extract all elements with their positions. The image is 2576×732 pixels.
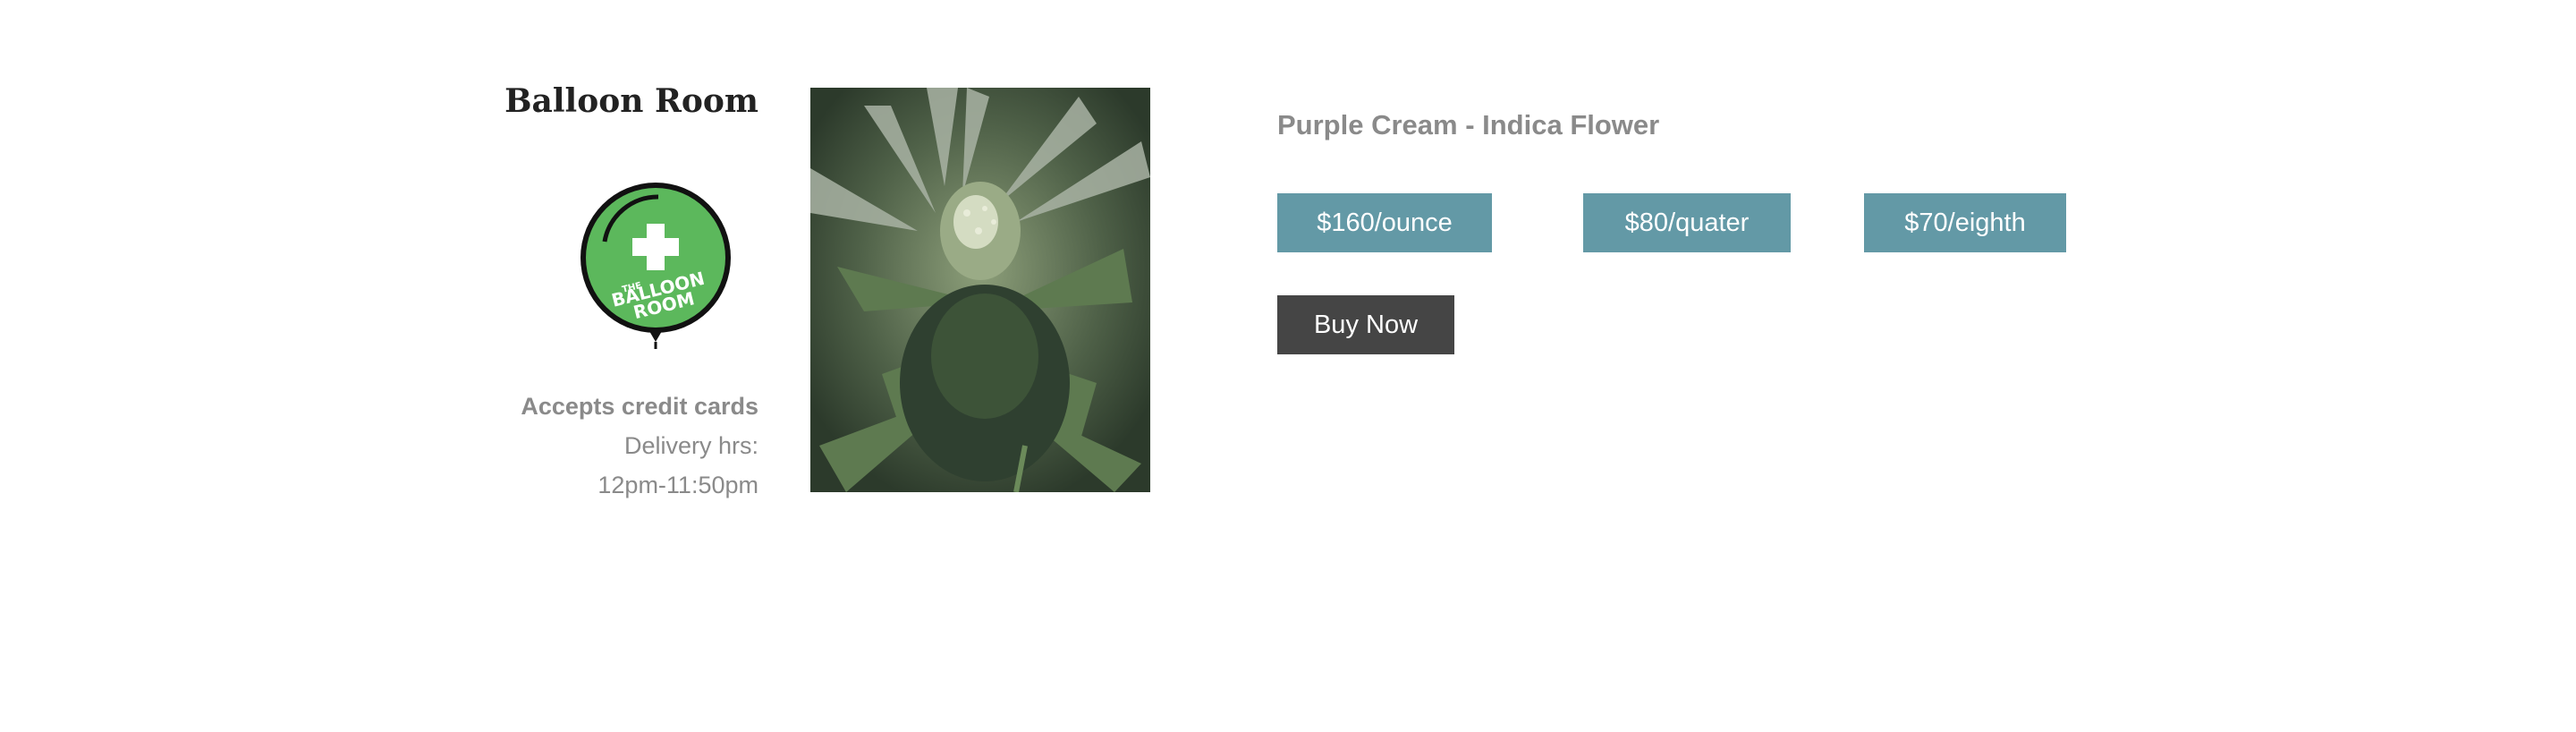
balloon-room-logo-icon[interactable]: THE BALLOON ROOM <box>578 179 733 349</box>
store-info: Accepts credit cards Delivery hrs: 12pm-… <box>501 387 758 505</box>
store-name[interactable]: Balloon Room <box>501 82 758 121</box>
product-title[interactable]: Purple Cream - Indica Flower <box>1277 109 1659 141</box>
delivery-hours-value: 12pm-11:50pm <box>597 472 758 498</box>
price-ounce-button[interactable]: $160/ounce <box>1277 193 1492 252</box>
buy-now-button[interactable]: Buy Now <box>1277 295 1454 354</box>
price-quarter-button[interactable]: $80/quater <box>1583 193 1791 252</box>
product-listing-page: Balloon Room THE BALLOON ROOM Accepts cr… <box>0 0 2576 732</box>
delivery-hours-label: Delivery hrs: <box>623 432 758 459</box>
accepts-credit-cards-label: Accepts credit cards <box>521 393 758 420</box>
cannabis-plant-photo-icon[interactable] <box>810 88 1150 492</box>
store-header: Balloon Room <box>501 72 758 121</box>
price-eighth-button[interactable]: $70/eighth <box>1864 193 2066 252</box>
